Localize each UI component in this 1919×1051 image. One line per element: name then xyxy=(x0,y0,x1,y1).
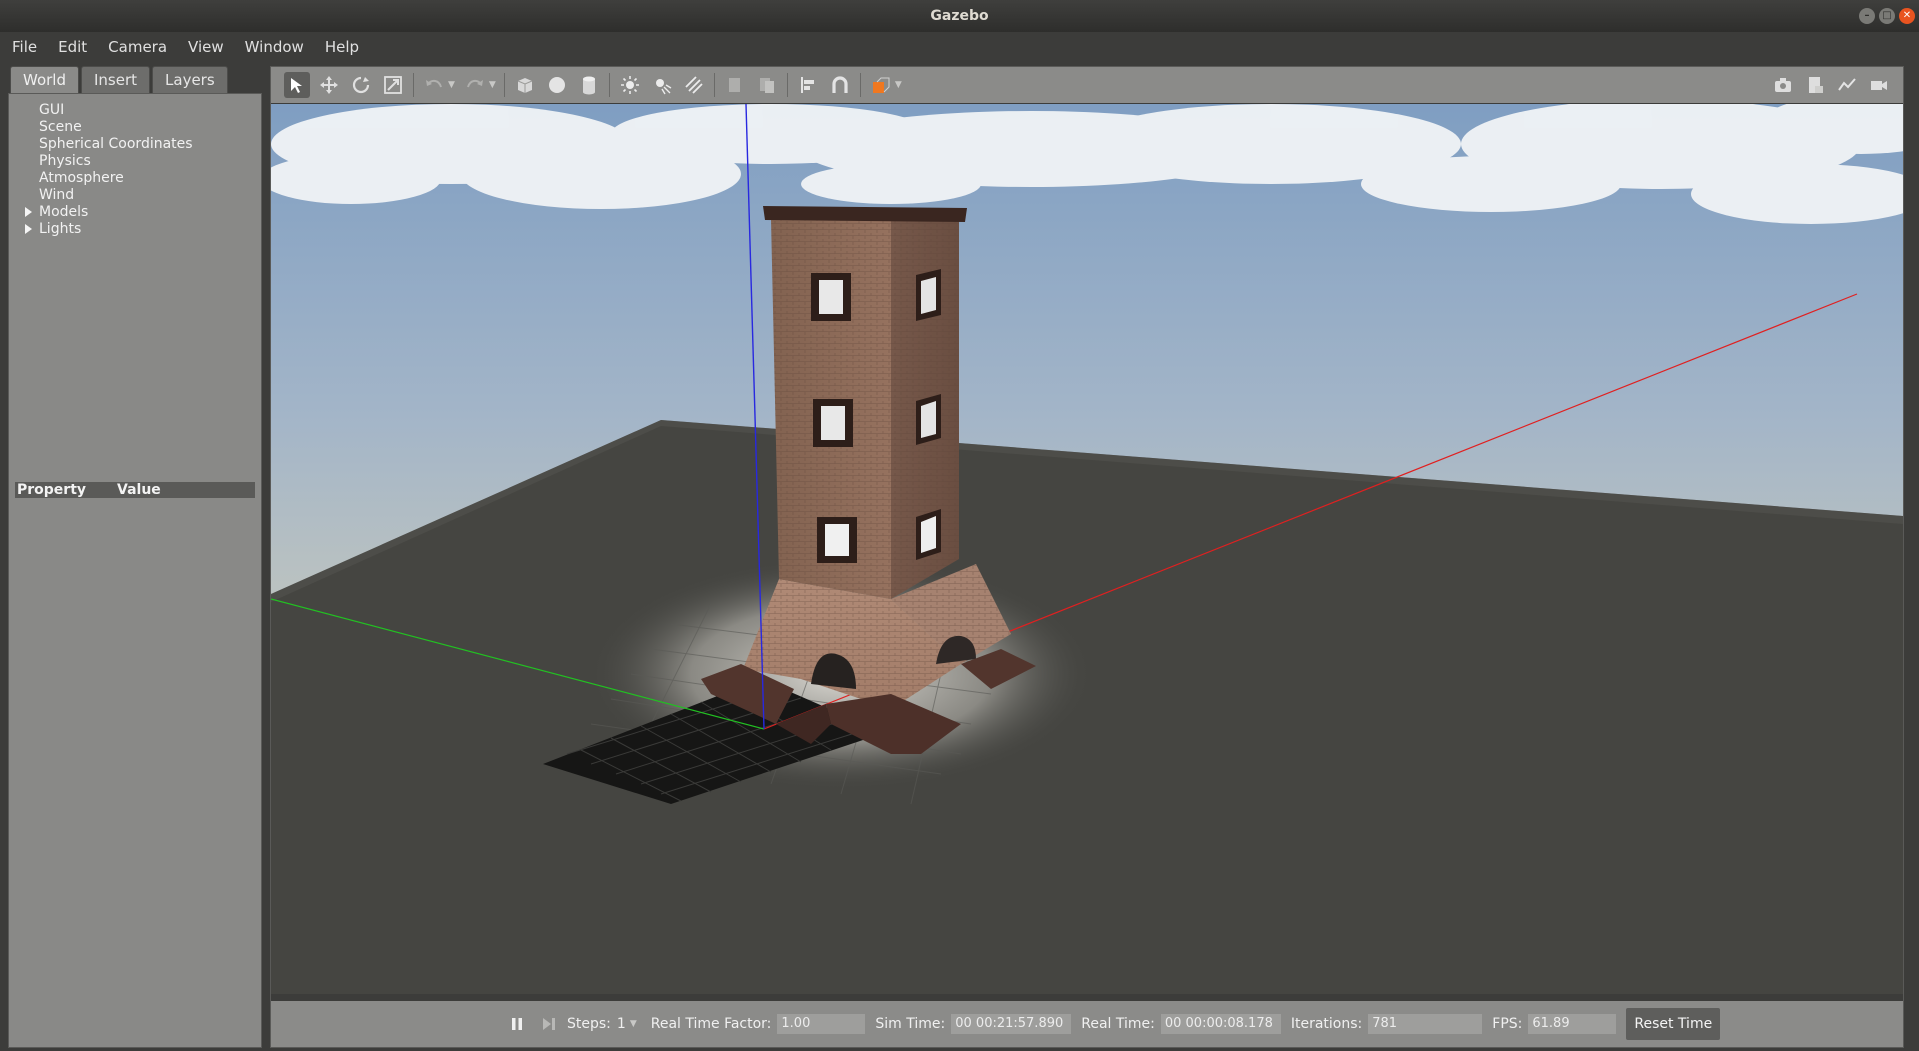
step-forward-icon[interactable] xyxy=(536,1011,562,1037)
tree-item-physics[interactable]: Physics xyxy=(39,153,193,170)
iterations-label: Iterations: xyxy=(1290,1016,1363,1032)
tree-item-gui[interactable]: GUI xyxy=(39,102,193,119)
align-icon[interactable] xyxy=(795,72,821,98)
toolbar-separator xyxy=(713,73,715,97)
toolbar-separator xyxy=(413,73,414,97)
value-column-header: Value xyxy=(117,482,161,498)
toolbar-separator xyxy=(859,73,861,97)
scale-mode-icon[interactable] xyxy=(380,72,406,98)
property-column-header: Property xyxy=(17,482,87,498)
title-bar: Gazebo – □ ✕ xyxy=(0,0,1919,32)
toolbar-separator xyxy=(503,73,505,97)
sim-time-label: Sim Time: xyxy=(875,1016,946,1032)
iterations-value: 781 xyxy=(1368,1014,1483,1034)
bottom-status-bar: Steps: 1 ▼ Real Time Factor: 1.00 Sim Ti… xyxy=(271,1001,1903,1047)
point-light-icon[interactable] xyxy=(617,72,643,98)
redo-icon[interactable] xyxy=(462,72,488,98)
undo-dropdown-icon[interactable]: ▼ xyxy=(448,80,455,90)
tree-item-models-label: Models xyxy=(39,204,89,220)
menu-help[interactable]: Help xyxy=(313,38,368,56)
tree-item-atmosphere[interactable]: Atmosphere xyxy=(39,170,193,187)
menu-window[interactable]: Window xyxy=(233,38,313,56)
fps-label: FPS: xyxy=(1492,1016,1523,1032)
steps-label: Steps: xyxy=(567,1016,611,1032)
world-tree-panel: GUI Scene Spherical Coordinates Physics … xyxy=(8,93,262,1048)
expand-arrow-icon[interactable] xyxy=(25,207,32,217)
tab-insert[interactable]: Insert xyxy=(81,66,151,93)
real-time-factor-value: 1.00 xyxy=(777,1014,866,1034)
menu-file[interactable]: File xyxy=(0,38,46,56)
tab-layers[interactable]: Layers xyxy=(152,66,228,93)
pause-icon[interactable] xyxy=(504,1011,530,1037)
undo-icon[interactable] xyxy=(421,72,447,98)
reset-time-button[interactable]: Reset Time xyxy=(1626,1008,1721,1040)
ground-plane xyxy=(271,420,1903,994)
paste-icon[interactable] xyxy=(754,72,780,98)
tower-window xyxy=(817,517,857,563)
steps-dropdown-icon[interactable]: ▼ xyxy=(630,1019,637,1029)
redo-dropdown-icon[interactable]: ▼ xyxy=(489,80,496,90)
toolbar-separator xyxy=(608,73,610,97)
select-mode-icon[interactable] xyxy=(284,72,310,98)
maximize-icon[interactable]: □ xyxy=(1879,8,1895,24)
plot-icon[interactable] xyxy=(1834,72,1860,98)
copy-icon[interactable] xyxy=(722,72,748,98)
real-time-factor-label: Real Time Factor: xyxy=(650,1016,772,1032)
log-data-icon[interactable] xyxy=(1802,72,1828,98)
window-title: Gazebo xyxy=(930,8,989,24)
rotate-mode-icon[interactable] xyxy=(348,72,374,98)
change-view-dropdown-icon[interactable]: ▼ xyxy=(895,80,902,90)
sphere-shape-icon[interactable] xyxy=(544,72,570,98)
real-time-label: Real Time: xyxy=(1081,1016,1155,1032)
toolbar-right xyxy=(1767,72,1895,98)
tower-window xyxy=(916,269,941,321)
record-video-icon[interactable] xyxy=(1866,72,1892,98)
window-controls: – □ ✕ xyxy=(1859,8,1915,24)
menu-bar: File Edit Camera View Window Help xyxy=(0,32,1919,62)
sim-time-value: 00 00:21:57.890 xyxy=(951,1014,1072,1034)
tree-item-lights-label: Lights xyxy=(39,221,82,237)
tower-window xyxy=(916,394,941,445)
menu-camera[interactable]: Camera xyxy=(96,38,176,56)
tower-window xyxy=(813,399,853,447)
translate-mode-icon[interactable] xyxy=(316,72,342,98)
directional-light-icon[interactable] xyxy=(681,72,707,98)
cylinder-shape-icon[interactable] xyxy=(576,72,602,98)
menu-view[interactable]: View xyxy=(176,38,233,56)
property-table-header: Property Value xyxy=(15,482,255,498)
tree-item-lights[interactable]: Lights xyxy=(25,221,193,238)
tower-window xyxy=(916,509,941,560)
main-area: ▼ ▼ ▼ Steps: 1 ▼ Real Time Factor: 1.00 … xyxy=(261,66,1919,1048)
menu-edit[interactable]: Edit xyxy=(46,38,96,56)
tab-world[interactable]: World xyxy=(10,66,79,93)
fps-value: 61.89 xyxy=(1528,1014,1617,1034)
tree-item-spherical-coordinates[interactable]: Spherical Coordinates xyxy=(39,136,193,153)
minimize-icon[interactable]: – xyxy=(1859,8,1875,24)
3d-viewport[interactable] xyxy=(261,94,1919,994)
change-view-icon[interactable] xyxy=(868,72,894,98)
close-icon[interactable]: ✕ xyxy=(1899,8,1915,24)
camera-screenshot-icon[interactable] xyxy=(1770,72,1796,98)
tree-item-scene[interactable]: Scene xyxy=(39,119,193,136)
tree-item-wind[interactable]: Wind xyxy=(39,187,193,204)
left-panel-tabs: World Insert Layers xyxy=(10,66,230,93)
snap-magnet-icon[interactable] xyxy=(827,72,853,98)
scene-render xyxy=(261,94,1919,994)
real-time-value: 00 00:00:08.178 xyxy=(1160,1014,1281,1034)
box-shape-icon[interactable] xyxy=(512,72,538,98)
expand-arrow-icon[interactable] xyxy=(25,224,32,234)
toolbar: ▼ ▼ ▼ xyxy=(271,67,1903,103)
steps-value[interactable]: 1 xyxy=(617,1016,626,1032)
world-tree: GUI Scene Spherical Coordinates Physics … xyxy=(25,102,193,238)
spot-light-icon[interactable] xyxy=(649,72,675,98)
tower-window xyxy=(811,273,851,321)
tower-roof xyxy=(763,206,967,222)
toolbar-separator xyxy=(786,73,788,97)
tree-item-models[interactable]: Models xyxy=(25,204,193,221)
left-panel: World Insert Layers GUI Scene Spherical … xyxy=(8,66,262,1048)
